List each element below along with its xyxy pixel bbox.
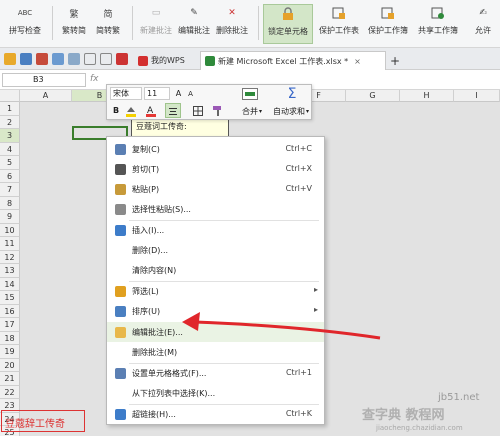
watermark-site: jb51.net [438, 392, 480, 403]
watermark-url: jiaocheng.chazidian.com [376, 424, 463, 432]
annotation-arrow [182, 312, 381, 340]
watermark-title: 查字典 教程网 [362, 408, 445, 423]
seal-stamp: 豆蔻辞工传奇 [1, 410, 85, 432]
